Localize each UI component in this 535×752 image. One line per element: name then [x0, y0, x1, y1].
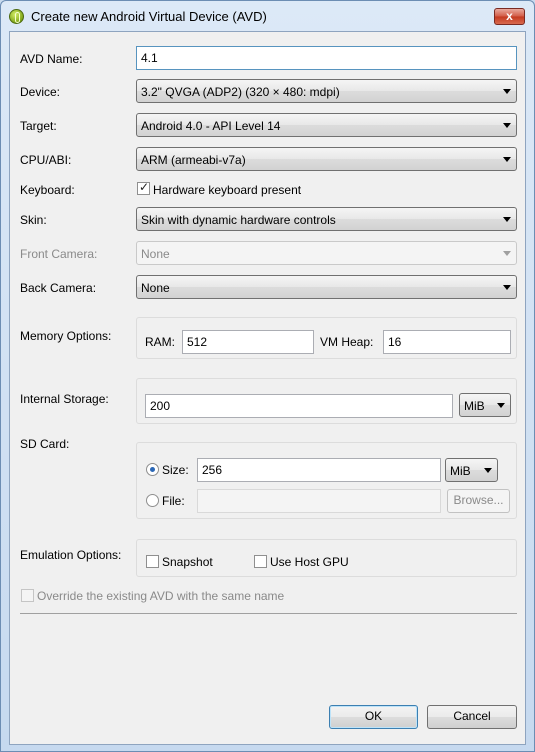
sd-size-label[interactable]: Size:	[162, 463, 189, 477]
snapshot-checkbox[interactable]	[146, 555, 159, 568]
vm-heap-label: VM Heap:	[320, 335, 374, 349]
memory-options-label: Memory Options:	[20, 329, 112, 343]
vm-heap-input[interactable]: 16	[383, 330, 511, 354]
snapshot-label[interactable]: Snapshot	[162, 555, 213, 569]
use-host-gpu-checkbox[interactable]	[254, 555, 267, 568]
sd-size-radio[interactable]	[146, 463, 159, 476]
ram-input[interactable]: 512	[182, 330, 314, 354]
back-camera-label: Back Camera:	[20, 281, 97, 295]
target-select-value: Android 4.0 - API Level 14	[141, 119, 281, 133]
sd-file-input	[197, 489, 441, 513]
sd-file-label[interactable]: File:	[162, 494, 185, 508]
title-bar[interactable]: Create new Android Virtual Device (AVD) …	[1, 1, 534, 31]
dialog-content: AVD Name: 4.1 Device: 3.2" QVGA (ADP2) (…	[9, 31, 526, 745]
override-label: Override the existing AVD with the same …	[37, 589, 285, 603]
window-title: Create new Android Virtual Device (AVD)	[31, 9, 267, 24]
browse-button: Browse...	[447, 489, 510, 513]
ok-button[interactable]: OK	[329, 705, 418, 729]
internal-storage-unit-select[interactable]: MiB	[459, 393, 511, 417]
override-checkbox	[21, 589, 34, 602]
chevron-down-icon	[484, 468, 492, 473]
chevron-down-icon	[503, 89, 511, 94]
chevron-down-icon	[503, 285, 511, 290]
cpu-abi-select-value: ARM (armeabi-v7a)	[141, 153, 246, 167]
internal-storage-input[interactable]: 200	[145, 394, 453, 418]
device-label: Device:	[20, 85, 61, 99]
memory-options-group: RAM: 512 VM Heap: 16	[136, 317, 517, 359]
cpu-abi-select[interactable]: ARM (armeabi-v7a)	[136, 147, 517, 171]
ram-label: RAM:	[145, 335, 175, 349]
internal-storage-group: 200 MiB	[136, 378, 517, 424]
keyboard-label: Keyboard:	[20, 183, 75, 197]
internal-storage-label: Internal Storage:	[20, 392, 109, 406]
sd-size-unit-value: MiB	[450, 464, 471, 478]
keyboard-checkbox-label[interactable]: Hardware keyboard present	[153, 183, 301, 197]
chevron-down-icon	[503, 251, 511, 256]
emulation-options-group: Snapshot Use Host GPU	[136, 539, 517, 577]
avd-dialog-window: Create new Android Virtual Device (AVD) …	[0, 0, 535, 752]
sd-size-input[interactable]: 256	[197, 458, 441, 482]
device-select-value: 3.2" QVGA (ADP2) (320 × 480: mdpi)	[141, 85, 340, 99]
chevron-down-icon	[503, 123, 511, 128]
front-camera-select: None	[136, 241, 517, 265]
chevron-down-icon	[503, 157, 511, 162]
target-label: Target:	[20, 119, 57, 133]
cancel-button[interactable]: Cancel	[427, 705, 517, 729]
skin-label: Skin:	[20, 213, 47, 227]
sd-size-unit-select[interactable]: MiB	[445, 458, 498, 482]
internal-storage-unit-value: MiB	[464, 399, 485, 413]
chevron-down-icon	[497, 403, 505, 408]
keyboard-checkbox[interactable]	[137, 180, 150, 195]
device-select[interactable]: 3.2" QVGA (ADP2) (320 × 480: mdpi)	[136, 79, 517, 103]
sd-file-radio[interactable]	[146, 494, 159, 507]
skin-select-value: Skin with dynamic hardware controls	[141, 213, 336, 227]
front-camera-select-value: None	[141, 247, 170, 261]
close-button[interactable]: x	[494, 8, 525, 25]
skin-select[interactable]: Skin with dynamic hardware controls	[136, 207, 517, 231]
android-sdk-icon	[9, 9, 24, 24]
back-camera-select-value: None	[141, 281, 170, 295]
avd-name-label: AVD Name:	[20, 52, 83, 66]
back-camera-select[interactable]: None	[136, 275, 517, 299]
sd-card-label: SD Card:	[20, 437, 70, 451]
front-camera-label: Front Camera:	[20, 247, 98, 261]
emulation-options-label: Emulation Options:	[20, 548, 122, 562]
separator	[20, 613, 517, 614]
target-select[interactable]: Android 4.0 - API Level 14	[136, 113, 517, 137]
sd-card-group: Size: 256 MiB File: Browse...	[136, 442, 517, 519]
chevron-down-icon	[503, 217, 511, 222]
cpu-abi-label: CPU/ABI:	[20, 153, 72, 167]
use-host-gpu-label[interactable]: Use Host GPU	[270, 555, 349, 569]
avd-name-input[interactable]: 4.1	[136, 46, 517, 70]
